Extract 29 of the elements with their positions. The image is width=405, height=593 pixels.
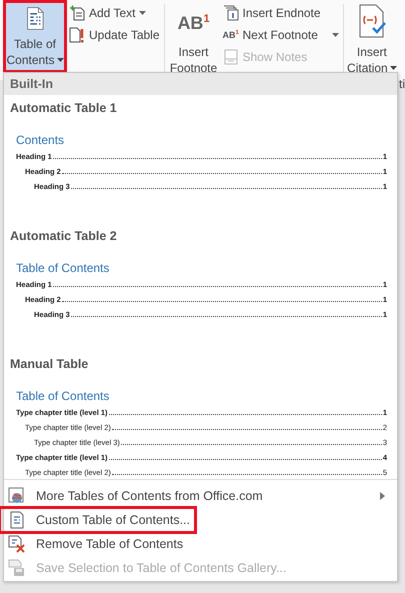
- menu-item[interactable]: Remove Table of Contents: [4, 533, 397, 555]
- section-header: Built-In: [4, 73, 397, 95]
- insert-endnote-button[interactable]: Insert Endnote: [220, 2, 341, 24]
- save-document-icon: [8, 559, 26, 577]
- update-table-button[interactable]: Update Table: [67, 24, 162, 46]
- toc-heading: Table of Contents: [16, 389, 110, 403]
- notes-icon: [222, 49, 238, 65]
- gallery-title: Manual Table: [10, 357, 90, 371]
- caret-icon: [56, 58, 64, 62]
- next-footnote-button[interactable]: AB$^{1}$ Next Footnote: [220, 24, 341, 46]
- next-footnote-icon: AB$^{1}$: [222, 30, 238, 40]
- group-label: ti: [399, 77, 405, 91]
- add-text-icon: [69, 5, 85, 21]
- globe-document-icon: [8, 487, 26, 505]
- toc-heading: Contents: [16, 133, 66, 147]
- gallery-title: Automatic Table 1: [10, 101, 118, 115]
- footnote-icon: AB$^{1}$: [177, 4, 210, 38]
- document-icon: [8, 511, 26, 529]
- endnote-icon: [222, 5, 238, 21]
- citation-icon: [356, 4, 387, 38]
- table-of-contents-button[interactable]: Table of Contents: [3, 0, 67, 73]
- caret-icon: [390, 66, 397, 70]
- toc-heading: Table of Contents: [16, 261, 110, 275]
- update-icon: [69, 27, 85, 43]
- menu-item[interactable]: Custom Table of Contents...: [1, 509, 194, 531]
- add-text-button[interactable]: Add Text: [67, 2, 162, 24]
- gallery-title: Automatic Table 2: [10, 229, 118, 243]
- menu-item[interactable]: More Tables of Contents from Office.com: [4, 485, 397, 507]
- remove-document-icon: [8, 535, 26, 553]
